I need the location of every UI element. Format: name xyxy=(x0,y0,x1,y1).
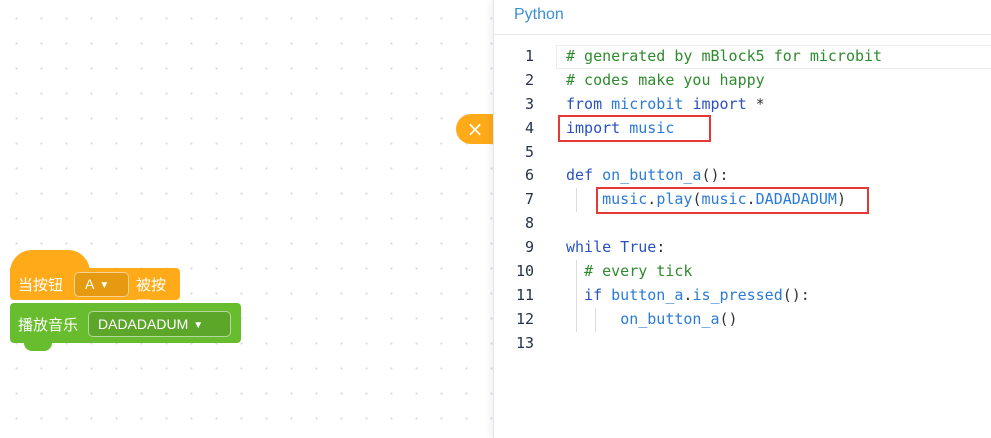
code-token: button_a xyxy=(602,285,684,304)
code-line[interactable]: 7 music.play(music.DADADADUM) xyxy=(494,188,991,212)
line-number: 4 xyxy=(524,118,534,137)
line-number: 2 xyxy=(524,70,534,89)
code-token: is_pressed xyxy=(692,285,783,304)
code-token: from xyxy=(566,94,603,113)
code-line[interactable]: 12 on_button_a() xyxy=(494,308,991,332)
dropdown-triangle-icon: ▼ xyxy=(99,280,110,291)
code-token: def xyxy=(566,166,594,185)
code-token: # every tick xyxy=(584,262,693,281)
code-line[interactable]: 10 # every tick xyxy=(494,260,991,284)
when-button-pressed-block[interactable]: 当按钮 A▼ 被按下 xyxy=(10,250,180,315)
button-select-dropdown[interactable]: A ▼ xyxy=(74,272,129,297)
play-music-block[interactable]: 播放音乐 DADADADUM ▼ xyxy=(10,303,241,351)
code-token: music xyxy=(701,190,747,209)
line-number: 12 xyxy=(515,309,534,328)
line-number: 6 xyxy=(524,166,534,185)
code-token: (): xyxy=(701,166,729,185)
code-line[interactable]: 1 # generated by mBlock5 for microbit xyxy=(494,45,991,69)
code-line[interactable]: 6 def on_button_a(): xyxy=(494,164,991,188)
line-number: 1 xyxy=(524,47,534,65)
code-line[interactable]: 8 xyxy=(494,212,991,236)
code-line[interactable]: 9 while True: xyxy=(494,236,991,260)
code-token: # generated by mBlock5 for microbit xyxy=(566,47,883,65)
line-number: 7 xyxy=(524,190,534,209)
line-number: 9 xyxy=(524,238,534,257)
code-token: import xyxy=(566,118,621,137)
code-token: import xyxy=(692,94,747,113)
line-number: 10 xyxy=(515,262,534,281)
code-token: ) xyxy=(836,190,846,209)
code-token: on_button_a xyxy=(620,309,720,328)
code-token: . xyxy=(647,190,657,209)
code-text: # generated by mBlock5 for microbit xyxy=(566,45,882,69)
line-number: 5 xyxy=(524,142,534,161)
code-token: True xyxy=(611,238,657,257)
line-number: 13 xyxy=(515,333,534,352)
line-number: 3 xyxy=(524,94,534,113)
hat-block-prefix: 当按钮 xyxy=(18,276,64,294)
panel-divider xyxy=(494,34,991,35)
code-text: # codes make you happy xyxy=(566,69,765,93)
code-line[interactable]: 5 xyxy=(494,141,991,165)
code-line[interactable]: 3 from microbit import * xyxy=(494,93,991,117)
code-token: # codes make you happy xyxy=(566,70,765,89)
button-select-value: A xyxy=(85,276,95,292)
code-text: # every tick xyxy=(566,260,692,284)
code-token: . xyxy=(746,190,756,209)
code-token: play xyxy=(656,190,693,209)
code-token: DADADADUM xyxy=(755,190,837,209)
code-line[interactable]: 4 import music xyxy=(494,117,991,141)
line-number: 11 xyxy=(515,285,534,304)
code-token: (): xyxy=(782,285,810,304)
block-workspace[interactable]: 当按钮 A▼ 被按下 播放音乐 DADADADUM▼ xyxy=(0,0,493,438)
code-token: : xyxy=(656,238,666,257)
code-line[interactable]: 2 # codes make you happy xyxy=(494,69,991,93)
code-line[interactable]: 11 if button_a.is_pressed(): xyxy=(494,284,991,308)
code-editor[interactable]: 1 # generated by mBlock5 for microbit 2 # c… xyxy=(494,45,991,356)
code-text: while True: xyxy=(566,236,665,260)
code-token: () xyxy=(719,309,738,328)
code-text: import music xyxy=(566,117,674,141)
code-token: music xyxy=(620,118,675,137)
code-token: microbit xyxy=(602,94,693,113)
code-text: music.play(music.DADADADUM) xyxy=(566,188,846,212)
code-token: * xyxy=(746,94,765,113)
melody-select-value: DADADADUM xyxy=(98,316,189,332)
line-number: 8 xyxy=(524,214,534,233)
melody-select-dropdown[interactable]: DADADADUM ▼ xyxy=(88,311,231,337)
code-token: if xyxy=(584,285,603,304)
code-text: on_button_a() xyxy=(566,308,738,332)
code-line[interactable]: 13 xyxy=(494,332,991,356)
code-token: music xyxy=(602,190,648,209)
close-panel-button[interactable]: × xyxy=(456,114,494,144)
code-text: if button_a.is_pressed(): xyxy=(566,284,810,308)
close-icon: × xyxy=(466,117,484,141)
code-token: while xyxy=(566,238,612,257)
dropdown-triangle-icon: ▼ xyxy=(193,320,204,331)
panel-title: Python xyxy=(514,6,564,23)
code-text: def on_button_a(): xyxy=(566,164,729,188)
code-text: from microbit import * xyxy=(566,93,765,117)
code-token: on_button_a xyxy=(593,166,702,185)
play-block-label: 播放音乐 xyxy=(18,316,79,334)
python-code-panel: Python 1 # generated by mBlock5 for micro… xyxy=(493,0,991,438)
